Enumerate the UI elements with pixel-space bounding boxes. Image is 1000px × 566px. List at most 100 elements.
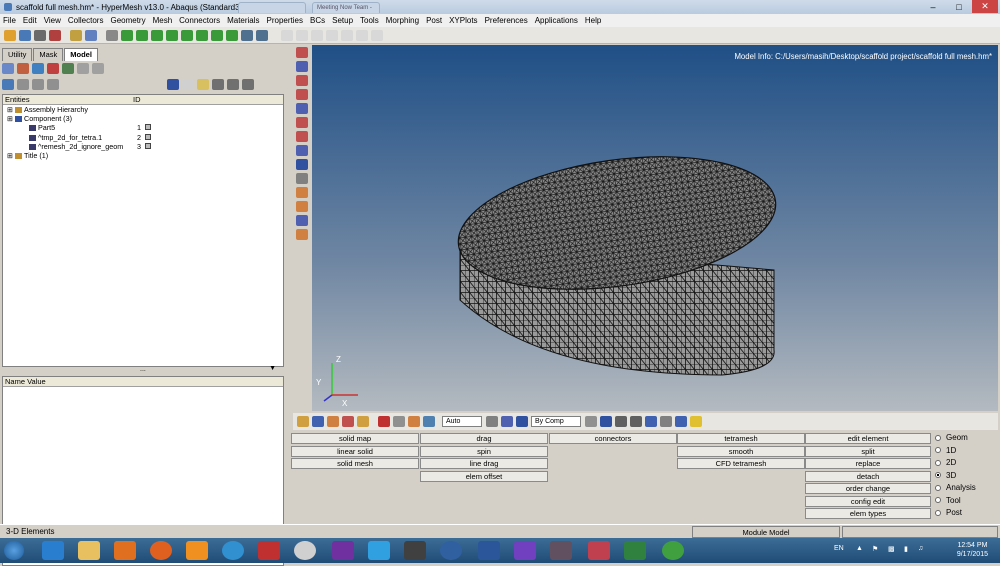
ie-icon[interactable] — [42, 541, 64, 560]
tab-mask[interactable]: Mask — [33, 48, 64, 61]
app-icon-18[interactable] — [662, 541, 684, 560]
menu-materials[interactable]: Materials — [227, 16, 259, 25]
arrow-down-icon[interactable] — [356, 29, 368, 41]
shade-mode-select[interactable]: Auto — [442, 416, 482, 427]
panel-button-solid-mesh[interactable]: solid mesh — [291, 458, 419, 469]
visual-studio-icon[interactable] — [514, 541, 536, 560]
tree-item[interactable]: ⊞ Assembly Hierarchy — [3, 105, 283, 114]
flip-icon[interactable] — [256, 29, 268, 41]
dropdown-arrow-icon[interactable]: ▼ — [269, 365, 276, 372]
vtool-icon-1[interactable] — [296, 47, 308, 58]
app-icon-17[interactable] — [624, 541, 646, 560]
radio-circle[interactable] — [935, 434, 941, 441]
radio-analysis[interactable]: Analysis — [935, 483, 976, 492]
browser-icon-4[interactable] — [47, 62, 59, 74]
panel-button-replace[interactable]: replace — [805, 458, 931, 469]
panel-button-elem-offset[interactable]: elem offset — [420, 470, 548, 482]
language-indicator[interactable]: EN — [834, 545, 844, 552]
media-player-icon[interactable] — [114, 541, 136, 560]
menu-properties[interactable]: Properties — [267, 16, 303, 25]
radio-post[interactable]: Post — [935, 508, 962, 517]
panel-button-line-drag[interactable]: line drag — [420, 458, 548, 469]
panel-button-config-edit[interactable]: config edit — [805, 495, 931, 507]
yahoo-icon[interactable] — [332, 541, 354, 560]
tab-utility[interactable]: Utility — [2, 48, 33, 61]
panel-button-connectors[interactable]: connectors — [549, 433, 677, 444]
panel-button-cfd-tetramesh[interactable]: CFD tetramesh — [677, 458, 805, 469]
radio-circle[interactable] — [935, 497, 941, 503]
viz-icon-19[interactable] — [675, 416, 687, 427]
color-swatch[interactable] — [145, 133, 151, 140]
viz-icon-11[interactable] — [501, 416, 513, 427]
color-mode-select[interactable]: By Comp — [531, 416, 581, 427]
hand-icon[interactable] — [326, 29, 338, 41]
expand-icon[interactable] — [17, 78, 29, 90]
menu-xyplots[interactable]: XYPlots — [449, 16, 477, 25]
zoom-icon[interactable] — [106, 29, 118, 41]
tree-item[interactable]: Part5 1 — [3, 123, 283, 132]
delete-icon[interactable] — [378, 416, 390, 427]
radio-circle[interactable] — [935, 447, 941, 453]
background-tab-2[interactable]: Meeting Now Team - Altair — [312, 2, 380, 21]
id-column[interactable]: ID — [133, 95, 141, 104]
radio-3d[interactable]: 3D — [935, 471, 956, 480]
browser-icon-1[interactable] — [2, 62, 14, 74]
vtool-icon-12[interactable] — [296, 201, 308, 212]
tab-model[interactable]: Model — [64, 48, 98, 61]
vtool-icon-14[interactable] — [296, 229, 308, 240]
color-swatch[interactable] — [145, 142, 151, 149]
view-icon[interactable] — [85, 29, 97, 41]
menu-file[interactable]: File — [3, 16, 16, 25]
app-icon-7[interactable] — [258, 541, 280, 560]
radio-tool[interactable]: Tool — [935, 496, 961, 505]
background-tab-1[interactable] — [238, 2, 306, 13]
tray-battery-icon[interactable]: ▮ — [904, 545, 908, 553]
viz-icon-2[interactable] — [312, 416, 324, 427]
camera-icon[interactable] — [404, 541, 426, 560]
menu-view[interactable]: View — [44, 16, 61, 25]
menu-mesh[interactable]: Mesh — [153, 16, 173, 25]
axis-x-icon[interactable] — [121, 29, 133, 41]
tray-flag-icon[interactable]: ⚑ — [872, 545, 878, 553]
axis-iso-icon[interactable] — [166, 29, 178, 41]
tray-volume-icon[interactable]: ♫ — [918, 545, 923, 552]
app-icon-12[interactable] — [440, 541, 462, 560]
viz-icon-12[interactable] — [516, 416, 528, 427]
axis-left-icon[interactable] — [181, 29, 193, 41]
zoom-in-icon[interactable] — [281, 29, 293, 41]
menu-help[interactable]: Help — [585, 16, 601, 25]
expand-toggle-icon[interactable]: ⊞ — [7, 105, 13, 114]
panel-splitter[interactable]: ... ▼ — [2, 365, 284, 375]
tree-item[interactable]: ^tmp_2d_for_tetra.1 2 — [3, 133, 283, 142]
viz-icon-15[interactable] — [615, 416, 627, 427]
refresh-icon[interactable] — [371, 29, 383, 41]
panel-button-tetramesh[interactable]: tetramesh — [677, 433, 805, 444]
viz-icon-7[interactable] — [393, 416, 405, 427]
panel-button-elem-types[interactable]: elem types — [805, 508, 931, 519]
viz-icon-3[interactable] — [327, 416, 339, 427]
panel-button-detach[interactable]: detach — [805, 470, 931, 482]
axis-z-icon[interactable] — [151, 29, 163, 41]
radio-circle[interactable] — [935, 459, 941, 466]
panel-button-split[interactable]: split — [805, 445, 931, 457]
close-button[interactable]: ✕ — [972, 0, 998, 13]
explorer-icon[interactable] — [78, 541, 100, 560]
vtool-icon-8[interactable] — [296, 145, 308, 156]
axis-top-icon[interactable] — [211, 29, 223, 41]
radio-2d[interactable]: 2D — [935, 458, 956, 467]
vtool-icon-3[interactable] — [296, 75, 308, 86]
axis-y-icon[interactable] — [136, 29, 148, 41]
menu-morphing[interactable]: Morphing — [386, 16, 419, 25]
firefox-icon[interactable] — [150, 541, 172, 560]
browser-icon-6[interactable] — [77, 62, 89, 74]
menu-connectors[interactable]: Connectors — [179, 16, 220, 25]
expand-toggle-icon[interactable]: ⊞ — [7, 151, 13, 160]
browser-icon-7[interactable] — [92, 62, 104, 74]
graphics-viewport[interactable]: Model Info: C:/Users/masih/Desktop/scaff… — [312, 45, 998, 411]
viz-icon-16[interactable] — [630, 416, 642, 427]
user-icon[interactable] — [70, 29, 82, 41]
entities-column[interactable]: Entities — [5, 95, 30, 104]
zoom-out-icon[interactable] — [296, 29, 308, 41]
menu-applications[interactable]: Applications — [535, 16, 578, 25]
viz-icon-8[interactable] — [408, 416, 420, 427]
